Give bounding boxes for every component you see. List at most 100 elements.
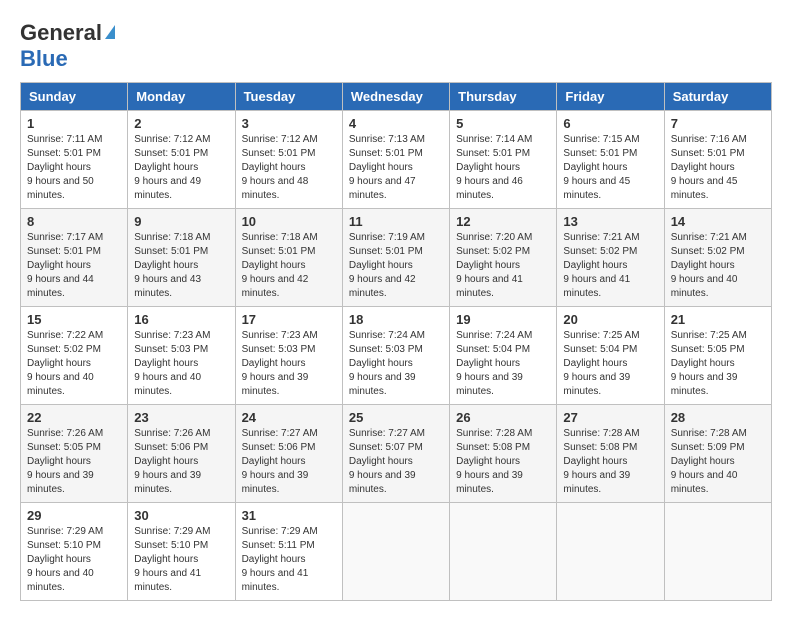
calendar-table: SundayMondayTuesdayWednesdayThursdayFrid… [20, 82, 772, 601]
day-number: 11 [349, 214, 443, 229]
day-number: 2 [134, 116, 228, 131]
weekday-header-tuesday: Tuesday [235, 83, 342, 111]
day-info: Sunrise: 7:28 AMSunset: 5:08 PMDaylight … [563, 427, 657, 497]
day-info: Sunrise: 7:26 AMSunset: 5:06 PMDaylight … [134, 427, 228, 497]
weekday-header-monday: Monday [128, 83, 235, 111]
day-info: Sunrise: 7:28 AMSunset: 5:09 PMDaylight … [671, 427, 765, 497]
calendar-cell: 28 Sunrise: 7:28 AMSunset: 5:09 PMDaylig… [664, 405, 771, 503]
day-number: 8 [27, 214, 121, 229]
calendar-cell: 20 Sunrise: 7:25 AMSunset: 5:04 PMDaylig… [557, 307, 664, 405]
calendar-cell: 14 Sunrise: 7:21 AMSunset: 5:02 PMDaylig… [664, 209, 771, 307]
logo-blue: Blue [20, 46, 68, 71]
day-info: Sunrise: 7:11 AMSunset: 5:01 PMDaylight … [27, 133, 121, 203]
day-number: 23 [134, 410, 228, 425]
day-info: Sunrise: 7:26 AMSunset: 5:05 PMDaylight … [27, 427, 121, 497]
calendar-week-1: 1 Sunrise: 7:11 AMSunset: 5:01 PMDayligh… [21, 111, 772, 209]
calendar-cell: 1 Sunrise: 7:11 AMSunset: 5:01 PMDayligh… [21, 111, 128, 209]
day-info: Sunrise: 7:13 AMSunset: 5:01 PMDaylight … [349, 133, 443, 203]
day-number: 5 [456, 116, 550, 131]
day-info: Sunrise: 7:28 AMSunset: 5:08 PMDaylight … [456, 427, 550, 497]
day-info: Sunrise: 7:24 AMSunset: 5:03 PMDaylight … [349, 329, 443, 399]
calendar-body: 1 Sunrise: 7:11 AMSunset: 5:01 PMDayligh… [21, 111, 772, 601]
calendar-cell: 9 Sunrise: 7:18 AMSunset: 5:01 PMDayligh… [128, 209, 235, 307]
day-info: Sunrise: 7:20 AMSunset: 5:02 PMDaylight … [456, 231, 550, 301]
calendar-cell: 24 Sunrise: 7:27 AMSunset: 5:06 PMDaylig… [235, 405, 342, 503]
calendar-cell: 12 Sunrise: 7:20 AMSunset: 5:02 PMDaylig… [450, 209, 557, 307]
calendar-week-2: 8 Sunrise: 7:17 AMSunset: 5:01 PMDayligh… [21, 209, 772, 307]
day-number: 18 [349, 312, 443, 327]
day-info: Sunrise: 7:21 AMSunset: 5:02 PMDaylight … [671, 231, 765, 301]
day-info: Sunrise: 7:24 AMSunset: 5:04 PMDaylight … [456, 329, 550, 399]
logo: General Blue [20, 20, 115, 72]
day-info: Sunrise: 7:17 AMSunset: 5:01 PMDaylight … [27, 231, 121, 301]
day-info: Sunrise: 7:18 AMSunset: 5:01 PMDaylight … [134, 231, 228, 301]
day-number: 29 [27, 508, 121, 523]
day-info: Sunrise: 7:21 AMSunset: 5:02 PMDaylight … [563, 231, 657, 301]
calendar-cell: 3 Sunrise: 7:12 AMSunset: 5:01 PMDayligh… [235, 111, 342, 209]
calendar-cell: 13 Sunrise: 7:21 AMSunset: 5:02 PMDaylig… [557, 209, 664, 307]
calendar-cell: 25 Sunrise: 7:27 AMSunset: 5:07 PMDaylig… [342, 405, 449, 503]
day-number: 22 [27, 410, 121, 425]
calendar-cell: 10 Sunrise: 7:18 AMSunset: 5:01 PMDaylig… [235, 209, 342, 307]
weekday-header-thursday: Thursday [450, 83, 557, 111]
calendar-cell [342, 503, 449, 601]
day-number: 4 [349, 116, 443, 131]
day-info: Sunrise: 7:18 AMSunset: 5:01 PMDaylight … [242, 231, 336, 301]
calendar-cell: 11 Sunrise: 7:19 AMSunset: 5:01 PMDaylig… [342, 209, 449, 307]
calendar-cell: 18 Sunrise: 7:24 AMSunset: 5:03 PMDaylig… [342, 307, 449, 405]
day-number: 15 [27, 312, 121, 327]
calendar-cell: 4 Sunrise: 7:13 AMSunset: 5:01 PMDayligh… [342, 111, 449, 209]
day-number: 6 [563, 116, 657, 131]
day-number: 13 [563, 214, 657, 229]
calendar-cell [450, 503, 557, 601]
day-info: Sunrise: 7:27 AMSunset: 5:06 PMDaylight … [242, 427, 336, 497]
calendar-cell: 7 Sunrise: 7:16 AMSunset: 5:01 PMDayligh… [664, 111, 771, 209]
day-number: 7 [671, 116, 765, 131]
logo-general: General [20, 20, 102, 46]
day-info: Sunrise: 7:25 AMSunset: 5:04 PMDaylight … [563, 329, 657, 399]
day-number: 9 [134, 214, 228, 229]
weekday-header-wednesday: Wednesday [342, 83, 449, 111]
day-info: Sunrise: 7:29 AMSunset: 5:10 PMDaylight … [134, 525, 228, 595]
calendar-cell: 29 Sunrise: 7:29 AMSunset: 5:10 PMDaylig… [21, 503, 128, 601]
calendar-header-row: SundayMondayTuesdayWednesdayThursdayFrid… [21, 83, 772, 111]
day-number: 25 [349, 410, 443, 425]
calendar-cell: 27 Sunrise: 7:28 AMSunset: 5:08 PMDaylig… [557, 405, 664, 503]
calendar-cell: 22 Sunrise: 7:26 AMSunset: 5:05 PMDaylig… [21, 405, 128, 503]
day-number: 24 [242, 410, 336, 425]
calendar-cell: 6 Sunrise: 7:15 AMSunset: 5:01 PMDayligh… [557, 111, 664, 209]
day-number: 26 [456, 410, 550, 425]
calendar-cell: 31 Sunrise: 7:29 AMSunset: 5:11 PMDaylig… [235, 503, 342, 601]
day-info: Sunrise: 7:29 AMSunset: 5:11 PMDaylight … [242, 525, 336, 595]
day-info: Sunrise: 7:25 AMSunset: 5:05 PMDaylight … [671, 329, 765, 399]
day-number: 16 [134, 312, 228, 327]
day-info: Sunrise: 7:23 AMSunset: 5:03 PMDaylight … [134, 329, 228, 399]
calendar-cell: 2 Sunrise: 7:12 AMSunset: 5:01 PMDayligh… [128, 111, 235, 209]
day-info: Sunrise: 7:12 AMSunset: 5:01 PMDaylight … [242, 133, 336, 203]
day-info: Sunrise: 7:16 AMSunset: 5:01 PMDaylight … [671, 133, 765, 203]
day-info: Sunrise: 7:27 AMSunset: 5:07 PMDaylight … [349, 427, 443, 497]
header: General Blue [20, 20, 772, 72]
day-info: Sunrise: 7:23 AMSunset: 5:03 PMDaylight … [242, 329, 336, 399]
calendar-cell: 19 Sunrise: 7:24 AMSunset: 5:04 PMDaylig… [450, 307, 557, 405]
calendar-cell [664, 503, 771, 601]
day-number: 10 [242, 214, 336, 229]
day-number: 3 [242, 116, 336, 131]
day-number: 31 [242, 508, 336, 523]
calendar-cell: 17 Sunrise: 7:23 AMSunset: 5:03 PMDaylig… [235, 307, 342, 405]
calendar-cell: 16 Sunrise: 7:23 AMSunset: 5:03 PMDaylig… [128, 307, 235, 405]
day-number: 28 [671, 410, 765, 425]
day-number: 20 [563, 312, 657, 327]
calendar-week-5: 29 Sunrise: 7:29 AMSunset: 5:10 PMDaylig… [21, 503, 772, 601]
day-number: 1 [27, 116, 121, 131]
day-info: Sunrise: 7:15 AMSunset: 5:01 PMDaylight … [563, 133, 657, 203]
weekday-header-saturday: Saturday [664, 83, 771, 111]
calendar-cell: 23 Sunrise: 7:26 AMSunset: 5:06 PMDaylig… [128, 405, 235, 503]
calendar-cell: 8 Sunrise: 7:17 AMSunset: 5:01 PMDayligh… [21, 209, 128, 307]
day-number: 21 [671, 312, 765, 327]
day-info: Sunrise: 7:14 AMSunset: 5:01 PMDaylight … [456, 133, 550, 203]
calendar-cell: 5 Sunrise: 7:14 AMSunset: 5:01 PMDayligh… [450, 111, 557, 209]
calendar-week-3: 15 Sunrise: 7:22 AMSunset: 5:02 PMDaylig… [21, 307, 772, 405]
calendar-week-4: 22 Sunrise: 7:26 AMSunset: 5:05 PMDaylig… [21, 405, 772, 503]
calendar-cell: 21 Sunrise: 7:25 AMSunset: 5:05 PMDaylig… [664, 307, 771, 405]
